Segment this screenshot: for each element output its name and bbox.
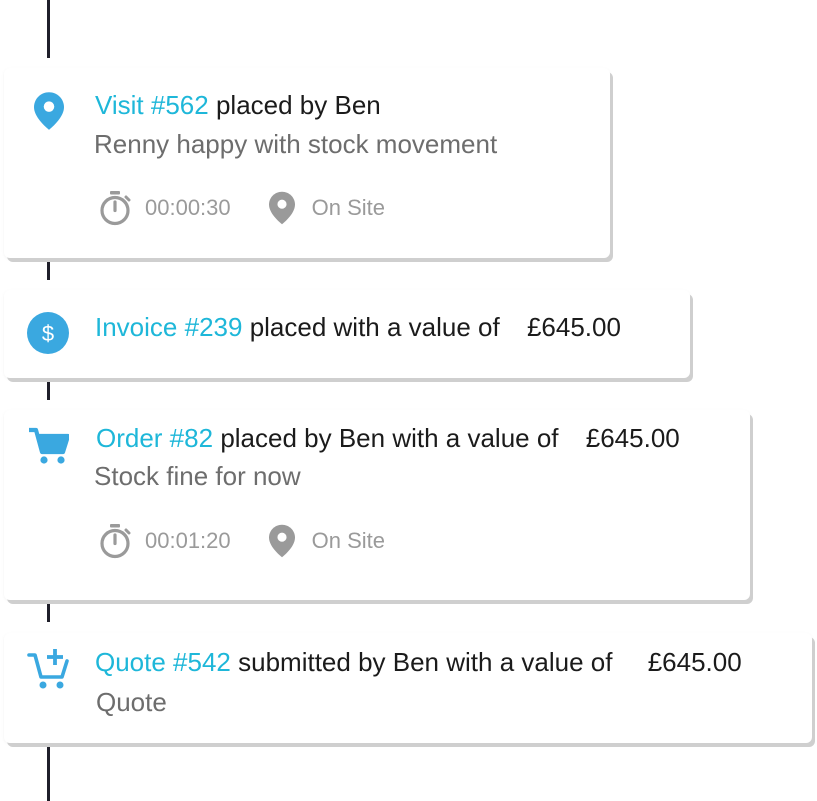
entry-title: Quote #542 submitted by Ben with a value… [95,647,742,677]
order-link[interactable]: Order #82 [96,423,213,453]
map-pin-icon [34,92,64,135]
timeline-card-visit: Visit #562 placed by Ben Renny happy wit… [4,68,610,258]
timeline-line [47,0,50,58]
entry-meta: 00:01:20 On Site [98,523,385,559]
entry-description: submitted by Ben with a value of [238,647,613,677]
quote-link[interactable]: Quote #542 [95,647,231,677]
duration-value: 00:01:20 [145,528,231,553]
visit-link[interactable]: Visit #562 [95,90,209,120]
location-pin-icon [268,191,295,225]
shopping-cart-icon [27,427,71,470]
timeline-card-order: Order #82 placed by Ben with a value of … [4,410,750,600]
entry-note: Quote [96,687,167,717]
location: On Site [268,524,386,558]
stopwatch-icon [98,523,132,559]
location-pin-icon [268,524,295,558]
entry-title: Invoice #239 placed with a value of £645… [95,312,621,342]
dollar-circle-icon: $ [27,312,69,359]
entry-note: Stock fine for now [94,461,301,491]
location-value: On Site [311,528,386,553]
timeline-card-quote: Quote #542 submitted by Ben with a value… [4,633,812,743]
duration-value: 00:00:30 [145,195,231,220]
entry-description: placed with a value of [249,312,500,342]
timeline-line [47,743,50,801]
entry-note: Renny happy with stock movement [94,129,498,159]
duration: 00:01:20 [98,523,231,559]
location-value: On Site [311,195,386,220]
timeline-line [47,600,50,622]
timeline-line [47,258,50,280]
entry-description: placed by Ben with a value of [220,423,559,453]
entry-amount: £645.00 [647,647,742,677]
entry-meta: 00:00:30 On Site [98,190,385,226]
entry-title: Order #82 placed by Ben with a value of … [96,423,680,453]
duration: 00:00:30 [98,190,231,226]
timeline-card-invoice: $ Invoice #239 placed with a value of £6… [4,290,690,378]
entry-description: placed by Ben [215,90,381,120]
invoice-link[interactable]: Invoice #239 [95,312,242,342]
entry-title: Visit #562 placed by Ben [95,90,381,120]
cart-plus-icon [27,647,71,696]
svg-text:$: $ [42,321,54,346]
entry-amount: £645.00 [585,423,680,453]
entry-amount: £645.00 [526,312,621,342]
timeline-line [47,378,50,400]
location: On Site [268,191,386,225]
stopwatch-icon [98,190,132,226]
